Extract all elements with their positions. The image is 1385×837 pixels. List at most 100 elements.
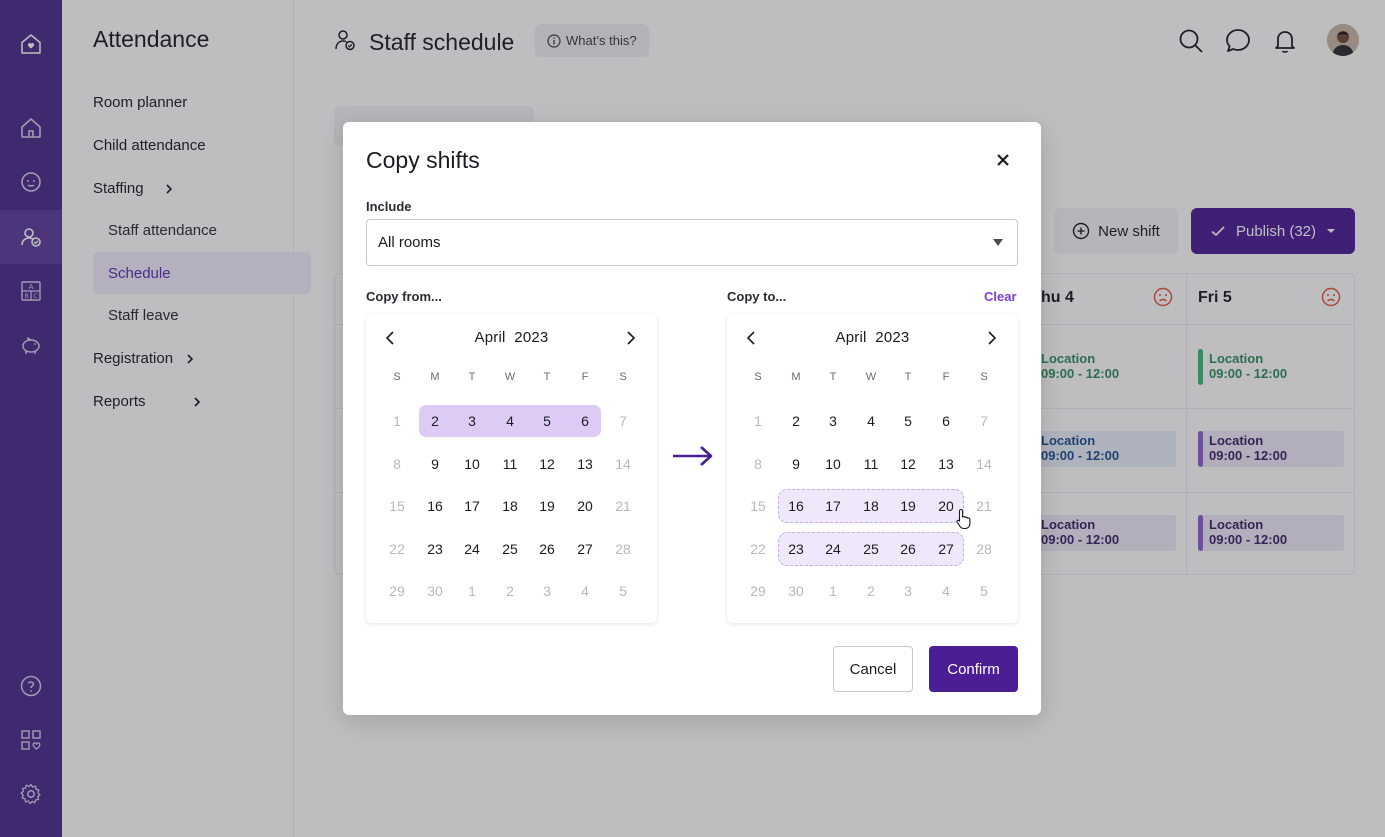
include-select[interactable]: All rooms: [366, 219, 1018, 266]
calendar-day[interactable]: 1: [739, 406, 777, 436]
include-label: Include: [366, 199, 412, 214]
calendar-day[interactable]: 30: [777, 576, 815, 606]
weekday-label: S: [754, 371, 762, 383]
calendar-day[interactable]: 13: [566, 449, 604, 479]
confirm-button[interactable]: Confirm: [929, 646, 1018, 692]
calendar-day[interactable]: 11: [491, 449, 529, 479]
chevron-right-icon[interactable]: [984, 330, 998, 346]
calendar-day[interactable]: 14: [965, 449, 1003, 479]
calendar-day[interactable]: 18: [491, 491, 529, 521]
calendar-day[interactable]: 16: [416, 491, 454, 521]
calendar-day[interactable]: 22: [378, 534, 416, 564]
calendar-day[interactable]: 22: [739, 534, 777, 564]
calendar-day[interactable]: 5: [889, 406, 927, 436]
calendar-day[interactable]: 26: [528, 534, 566, 564]
copy-shifts-dialog: Copy shifts Include All rooms Copy from.…: [343, 122, 1041, 715]
calendar-day[interactable]: 19: [889, 491, 927, 521]
calendar-day[interactable]: 7: [604, 406, 642, 436]
calendar-day[interactable]: 26: [889, 534, 927, 564]
calendar-day[interactable]: 3: [528, 576, 566, 606]
dropdown-caret-icon: [993, 239, 1003, 246]
arrow-right-icon: [673, 446, 713, 466]
copy-from-label: Copy from...: [366, 289, 442, 304]
weekday-label: S: [393, 371, 401, 383]
calendar-day[interactable]: 3: [889, 576, 927, 606]
calendar-day[interactable]: 17: [453, 491, 491, 521]
calendar-day[interactable]: 21: [604, 491, 642, 521]
calendar-day[interactable]: 2: [777, 406, 815, 436]
calendar-day[interactable]: 25: [852, 534, 890, 564]
calendar-day[interactable]: 23: [416, 534, 454, 564]
calendar-day[interactable]: 6: [566, 406, 604, 436]
weekday-label: S: [619, 371, 627, 383]
calendar-day[interactable]: 3: [814, 406, 852, 436]
calendar-day[interactable]: 27: [566, 534, 604, 564]
calendar-day[interactable]: 2: [852, 576, 890, 606]
calendar-day[interactable]: 29: [739, 576, 777, 606]
include-value: All rooms: [378, 234, 441, 251]
calendar-day[interactable]: 3: [453, 406, 491, 436]
hand-cursor-icon: [956, 508, 971, 530]
calendar-day[interactable]: 30: [416, 576, 454, 606]
calendar-day[interactable]: 4: [491, 406, 529, 436]
calendar-day[interactable]: 12: [889, 449, 927, 479]
weekday-label: T: [904, 371, 912, 383]
calendar-day[interactable]: 16: [777, 491, 815, 521]
dialog-title: Copy shifts: [366, 147, 480, 173]
calendar-day[interactable]: 9: [777, 449, 815, 479]
calendar-day[interactable]: 24: [453, 534, 491, 564]
weekday-label: T: [543, 371, 551, 383]
calendar-day[interactable]: 24: [814, 534, 852, 564]
weekday-label: M: [791, 371, 801, 383]
calendar-day[interactable]: 17: [814, 491, 852, 521]
calendar-day[interactable]: 7: [965, 406, 1003, 436]
weekday-label: F: [581, 371, 589, 383]
calendar-day[interactable]: 23: [777, 534, 815, 564]
calendar-day[interactable]: 11: [852, 449, 890, 479]
calendar-day[interactable]: 28: [965, 534, 1003, 564]
calendar-day[interactable]: 4: [927, 576, 965, 606]
close-icon[interactable]: [993, 150, 1013, 170]
weekday-label: F: [942, 371, 950, 383]
calendar-day[interactable]: 27: [927, 534, 965, 564]
calendar-day[interactable]: 6: [927, 406, 965, 436]
month-name: April: [474, 329, 506, 346]
calendar-day[interactable]: 8: [739, 449, 777, 479]
clear-link[interactable]: Clear: [984, 289, 1017, 304]
calendar-day[interactable]: 2: [491, 576, 529, 606]
calendar-day[interactable]: 4: [566, 576, 604, 606]
calendar-day[interactable]: 25: [491, 534, 529, 564]
calendar-day[interactable]: 2: [416, 406, 454, 436]
calendar-day[interactable]: 5: [528, 406, 566, 436]
weekday-label: W: [865, 371, 877, 383]
calendar-day[interactable]: 1: [378, 406, 416, 436]
year: 2023: [514, 329, 549, 346]
calendar-day[interactable]: 8: [378, 449, 416, 479]
weekday-label: W: [504, 371, 516, 383]
calendar-day[interactable]: 10: [814, 449, 852, 479]
calendar-day[interactable]: 29: [378, 576, 416, 606]
calendar-day[interactable]: 5: [965, 576, 1003, 606]
calendar-month-label: April 2023: [727, 329, 1018, 346]
cancel-button[interactable]: Cancel: [833, 646, 913, 692]
year: 2023: [875, 329, 910, 346]
copy-to-calendar: April 2023 SMTWTFS 1 2 3 4 5 6 7 8 9 10 11 12 13 14 15…: [727, 314, 1018, 623]
calendar-day[interactable]: 1: [453, 576, 491, 606]
calendar-day[interactable]: 19: [528, 491, 566, 521]
calendar-day[interactable]: 14: [604, 449, 642, 479]
calendar-month-label: April 2023: [366, 329, 657, 346]
calendar-day[interactable]: 12: [528, 449, 566, 479]
calendar-day[interactable]: 4: [852, 406, 890, 436]
copy-from-calendar: April 2023 SMTWTFS 1 2 3 4 5 6 7 8 9 10 11 12 13 14 15…: [366, 314, 657, 623]
calendar-day[interactable]: 20: [566, 491, 604, 521]
calendar-day[interactable]: 10: [453, 449, 491, 479]
calendar-day[interactable]: 15: [378, 491, 416, 521]
calendar-day[interactable]: 28: [604, 534, 642, 564]
calendar-day[interactable]: 5: [604, 576, 642, 606]
calendar-day[interactable]: 18: [852, 491, 890, 521]
calendar-day[interactable]: 15: [739, 491, 777, 521]
calendar-day[interactable]: 13: [927, 449, 965, 479]
chevron-right-icon[interactable]: [623, 330, 637, 346]
calendar-day[interactable]: 9: [416, 449, 454, 479]
calendar-day[interactable]: 1: [814, 576, 852, 606]
